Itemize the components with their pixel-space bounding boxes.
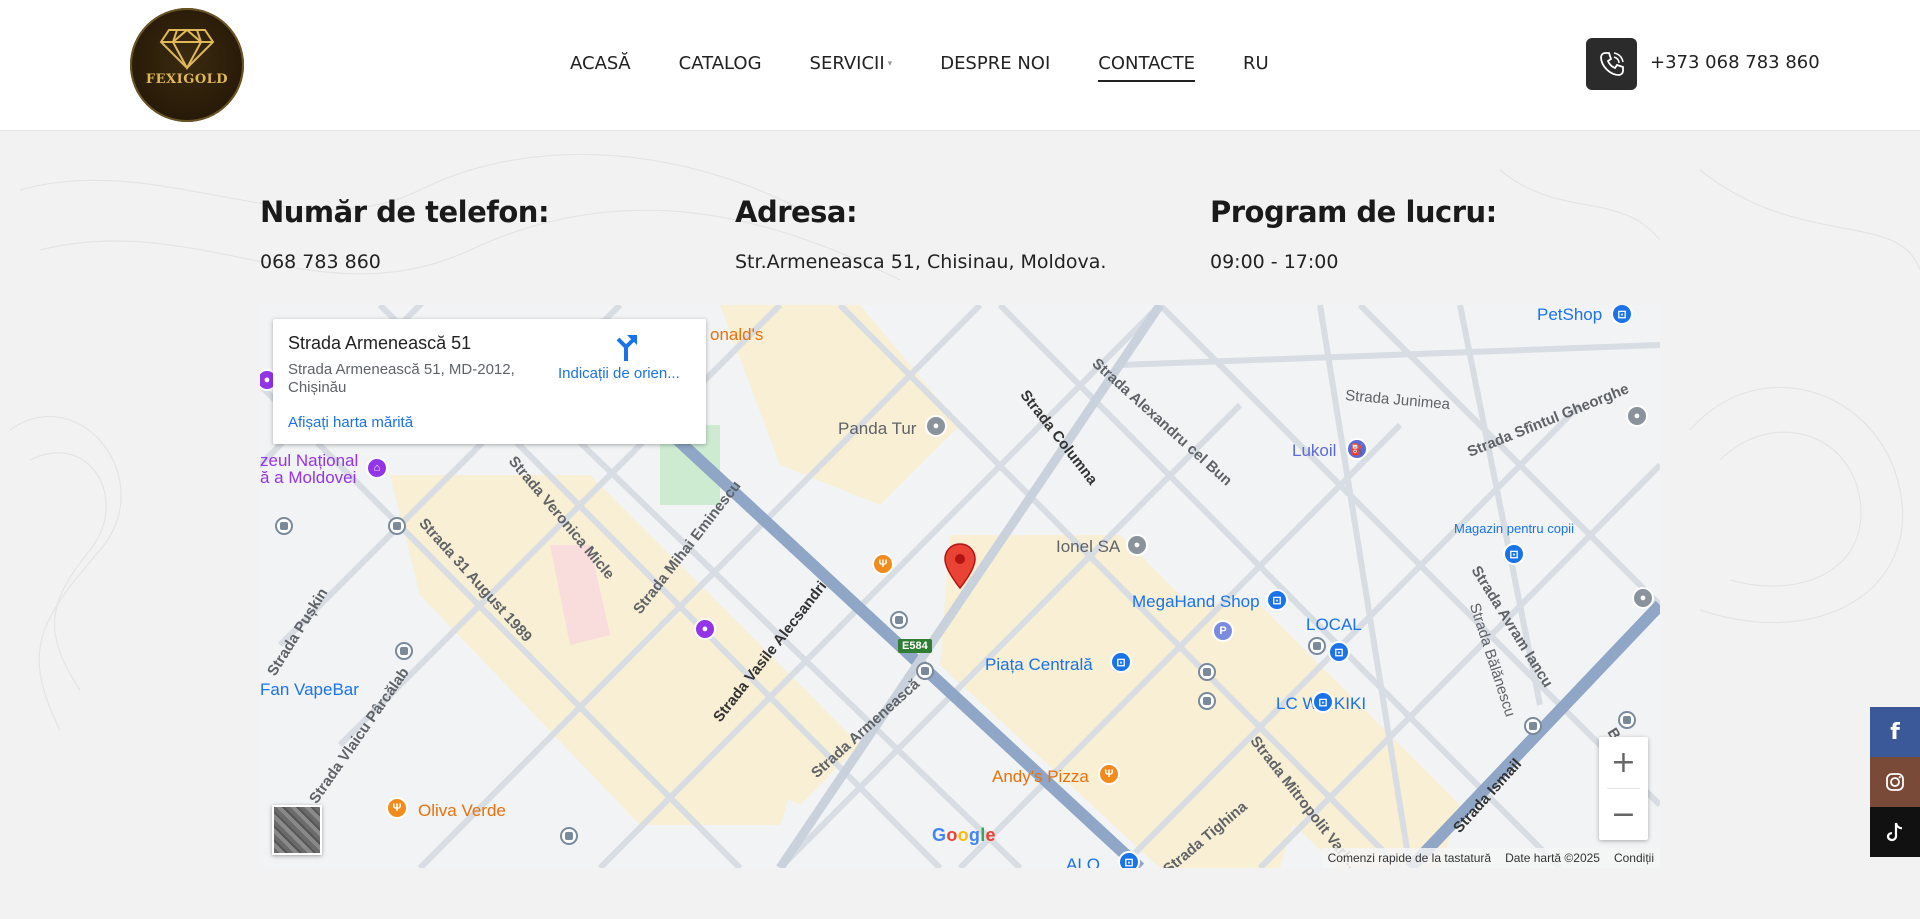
shopping-bag-icon: ⊡	[1118, 851, 1140, 868]
shopping-bag-icon: ⊡	[1503, 543, 1525, 565]
bus-stop-icon	[275, 517, 293, 535]
place-icon: ●	[694, 618, 716, 640]
address-title: Adresa:	[735, 195, 858, 229]
bus-stop-icon	[1524, 717, 1542, 735]
facebook-icon: f	[1890, 719, 1900, 745]
place-info-card: Strada Armenească 51 Strada Armenească 5…	[273, 319, 706, 444]
bus-stop-icon	[388, 517, 406, 535]
directions-link[interactable]: Indicații de orien...	[558, 365, 698, 382]
instagram-button[interactable]	[1870, 757, 1920, 807]
poi-label[interactable]: Andy's Pizza	[992, 767, 1089, 787]
place-icon: ●	[1626, 405, 1648, 427]
view-larger-map-link[interactable]: Afișați harta mărită	[288, 414, 413, 431]
phone-title: Număr de telefon:	[260, 195, 550, 229]
diamond-icon	[159, 28, 215, 70]
google-logo: Google	[932, 825, 996, 846]
google-map[interactable]: Strada Alexandru cel Bun Strada Columna …	[260, 305, 1660, 868]
restaurant-icon: Ψ	[1098, 763, 1120, 785]
hours-title: Program de lucru:	[1210, 195, 1497, 229]
poi-label[interactable]: Lukoil	[1292, 441, 1336, 461]
google-logo-letter: e	[985, 825, 996, 845]
bus-stop-icon	[1618, 711, 1636, 729]
tiktok-button[interactable]	[1870, 807, 1920, 857]
nav-contacte[interactable]: CONTACTE	[1098, 52, 1195, 82]
tiktok-icon	[1886, 822, 1903, 842]
map-data-label: Date hartă ©2025	[1505, 851, 1600, 865]
nav-catalog[interactable]: CATALOG	[679, 52, 762, 82]
google-logo-letter: o	[946, 825, 958, 845]
nav-servicii-label: SERVICII	[809, 53, 885, 74]
chevron-down-icon: ▾	[887, 59, 893, 69]
place-icon: ●	[925, 415, 947, 437]
facebook-button[interactable]: f	[1870, 707, 1920, 757]
cart-icon: ⊡	[1110, 651, 1132, 673]
google-logo-letter: g	[968, 825, 981, 845]
hours-value: 09:00 - 17:00	[1210, 251, 1339, 273]
main-nav: ACASĂ CATALOG SERVICII ▾ DESPRE NOI CONTA…	[570, 52, 1317, 82]
cart-icon: ⊡	[1328, 641, 1350, 663]
header-phone-number[interactable]: +373 068 783 860	[1650, 52, 1820, 73]
map-attribution: Comenzi rapide de la tastatură Date hart…	[1321, 848, 1660, 868]
google-logo-letter: o	[957, 825, 969, 845]
phone-info: Număr de telefon: 068 783 860	[260, 195, 550, 273]
terms-link[interactable]: Condiții	[1614, 851, 1654, 865]
shopping-bag-icon: ⊡	[1312, 691, 1334, 713]
restaurant-icon: Ψ	[872, 553, 894, 575]
poi-label[interactable]: Oliva Verde	[418, 801, 506, 821]
poi-label[interactable]: ă a Moldovei	[260, 468, 356, 488]
address-value: Str.Armeneasca 51, Chisinau, Moldova.	[735, 251, 1107, 273]
poi-label[interactable]: LOCAL	[1306, 615, 1362, 635]
poi-label[interactable]: PetShop	[1537, 305, 1602, 325]
phone-value[interactable]: 068 783 860	[260, 251, 549, 273]
gas-station-icon: ⛽	[1346, 438, 1368, 460]
poi-label[interactable]: Magazin pentru copii	[1454, 521, 1574, 536]
poi-label[interactable]: Fan VapeBar	[260, 680, 359, 700]
nav-despre-noi[interactable]: DESPRE NOI	[940, 52, 1050, 82]
bus-stop-icon	[1308, 637, 1326, 655]
poi-label[interactable]: onald's	[710, 325, 763, 345]
zoom-control: + −	[1599, 737, 1648, 840]
fexigold-logo[interactable]: FEXIGOLD	[130, 8, 244, 122]
directions-icon[interactable]	[613, 333, 639, 361]
zoom-in-button[interactable]: +	[1599, 737, 1648, 788]
zoom-out-button[interactable]: −	[1599, 789, 1648, 840]
nav-servicii[interactable]: SERVICII ▾	[810, 52, 893, 82]
place-address: Strada Armenească 51, MD-2012, Chișinău	[288, 361, 515, 396]
bus-stop-icon	[916, 662, 934, 680]
museum-icon: ⌂	[366, 457, 388, 479]
hours-info: Program de lucru: 09:00 - 17:00	[1210, 195, 1497, 273]
place-icon: ●	[1126, 534, 1148, 556]
location-marker-icon[interactable]	[943, 542, 977, 590]
site-header: FEXIGOLD ACASĂ CATALOG SERVICII ▾ DESPRE …	[0, 0, 1920, 131]
satellite-toggle[interactable]	[272, 805, 322, 855]
parking-icon: P	[1212, 620, 1234, 642]
place-title: Strada Armenească 51	[288, 333, 472, 353]
route-shield-e584: E584	[898, 639, 932, 653]
poi-label[interactable]: ALO	[1066, 855, 1100, 868]
instagram-icon	[1886, 773, 1904, 791]
phone-call-button[interactable]	[1586, 38, 1637, 90]
poi-label[interactable]: Ionel SA	[1056, 537, 1120, 557]
bus-stop-icon	[395, 642, 413, 660]
google-logo-letter: G	[932, 825, 947, 845]
shopping-bag-icon: ⊡	[1266, 589, 1288, 611]
poi-label[interactable]: Panda Tur	[838, 419, 916, 439]
nav-language-ru[interactable]: RU	[1243, 52, 1269, 82]
place-icon: ●	[1632, 587, 1654, 609]
bus-stop-icon	[1198, 663, 1216, 681]
poi-label[interactable]: Piața Centrală	[985, 655, 1093, 675]
plus-icon: +	[1610, 744, 1637, 780]
restaurant-icon: Ψ	[386, 797, 408, 819]
logo-text: FEXIGOLD	[145, 72, 229, 87]
poi-label[interactable]: MegaHand Shop	[1132, 592, 1260, 612]
keyboard-shortcuts-link[interactable]: Comenzi rapide de la tastatură	[1328, 851, 1491, 865]
minus-icon: −	[1610, 796, 1637, 832]
address-info: Adresa: Str.Armeneasca 51, Chisinau, Mol…	[735, 195, 1106, 273]
bus-stop-icon	[1198, 692, 1216, 710]
bus-stop-icon	[560, 827, 578, 845]
social-sidebar: f	[1870, 707, 1920, 857]
bus-stop-icon	[890, 611, 908, 629]
nav-acasa[interactable]: ACASĂ	[570, 52, 631, 82]
phone-icon	[1599, 52, 1624, 76]
